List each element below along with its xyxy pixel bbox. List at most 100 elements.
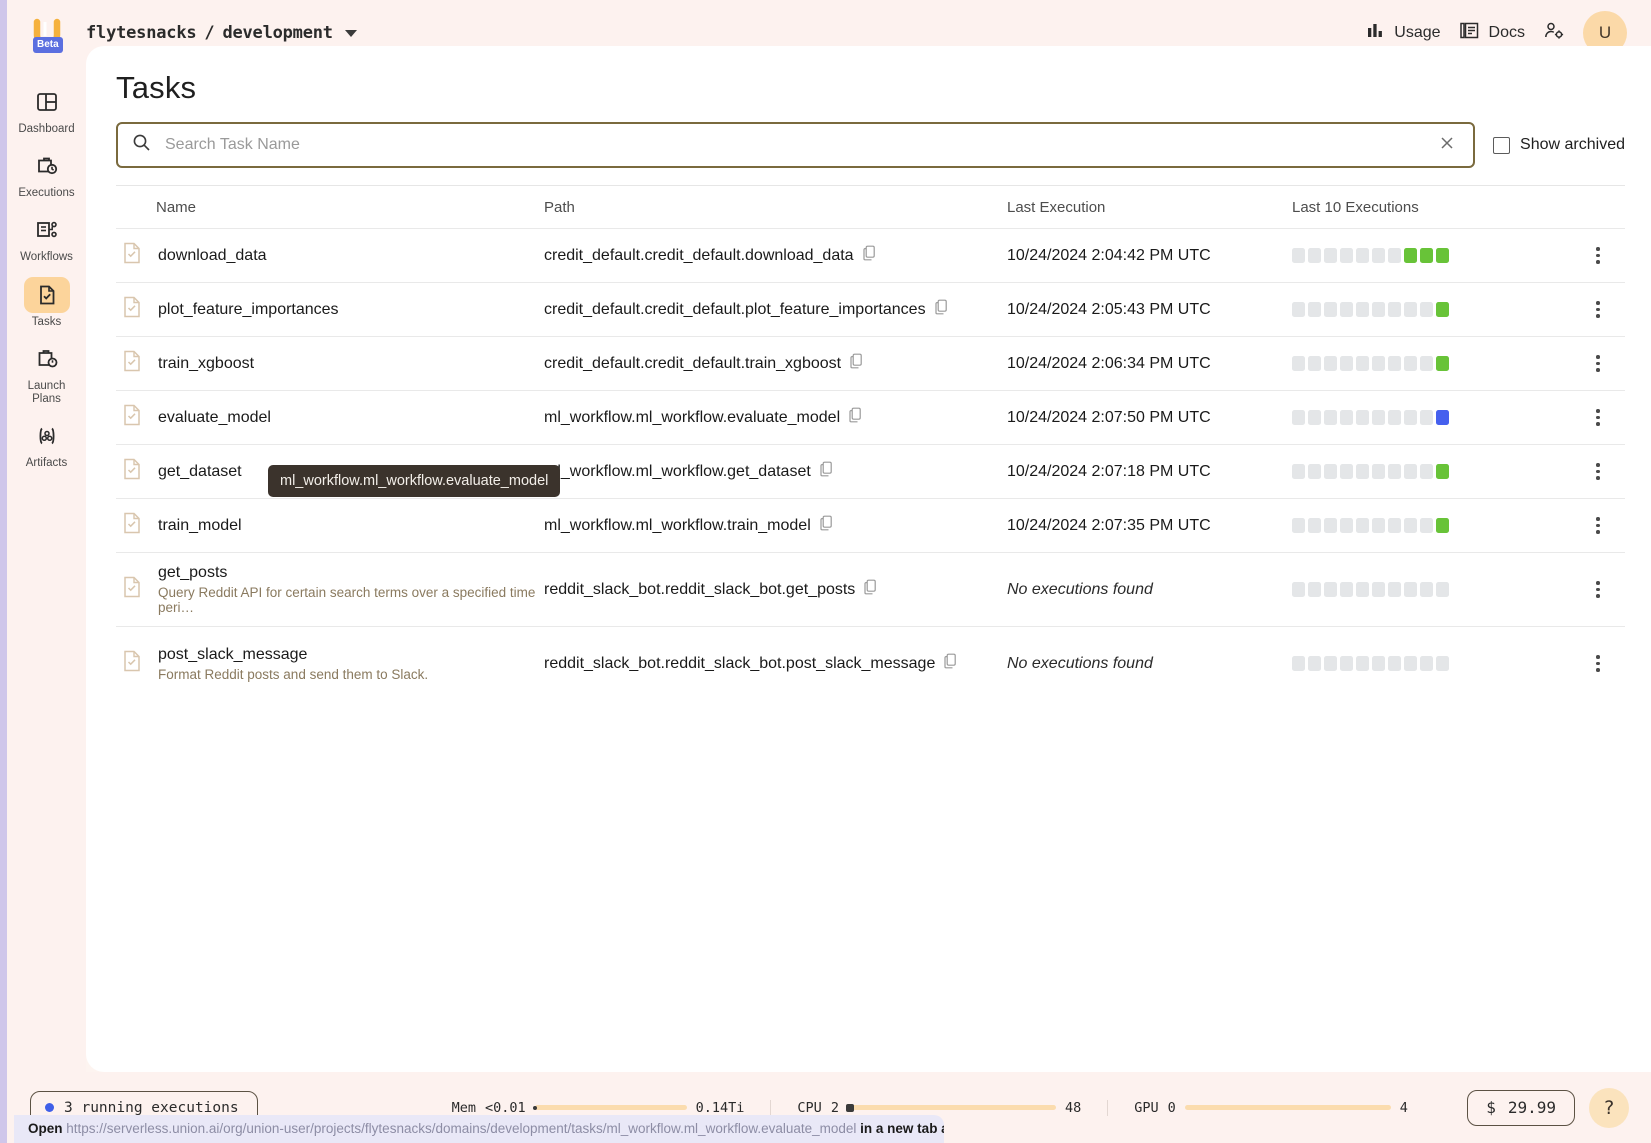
table-row[interactable]: plot_feature_importances credit_default.c… (116, 282, 1625, 336)
copy-icon[interactable] (820, 461, 834, 482)
execution-status-square[interactable] (1420, 464, 1433, 479)
execution-status-square[interactable] (1436, 302, 1449, 317)
execution-status-square[interactable] (1292, 656, 1305, 671)
execution-status-square[interactable] (1372, 464, 1385, 479)
row-menu-button[interactable] (1571, 463, 1625, 480)
execution-status-square[interactable] (1388, 464, 1401, 479)
execution-status-square[interactable] (1292, 518, 1305, 533)
sidebar-item-tasks[interactable]: Tasks (14, 271, 80, 333)
execution-status-square[interactable] (1356, 248, 1369, 263)
execution-status-square[interactable] (1404, 248, 1417, 263)
execution-status-square[interactable] (1292, 356, 1305, 371)
task-name-cell[interactable]: train_model (116, 511, 544, 540)
execution-status-square[interactable] (1340, 582, 1353, 597)
execution-status-square[interactable] (1420, 582, 1433, 597)
table-row[interactable]: evaluate_modelml_workflow.ml_workflow.ev… (116, 390, 1625, 444)
execution-status-square[interactable] (1404, 582, 1417, 597)
execution-status-square[interactable] (1356, 656, 1369, 671)
task-name-cell[interactable]: download_data (116, 241, 544, 270)
table-row[interactable]: train_xgboostcredit_default.credit_defau… (116, 336, 1625, 390)
execution-status-square[interactable] (1436, 464, 1449, 479)
copy-icon[interactable] (944, 653, 958, 674)
execution-status-square[interactable] (1356, 518, 1369, 533)
table-row[interactable]: train_model ml_workflow.ml_workflow.train… (116, 498, 1625, 552)
execution-status-square[interactable] (1420, 302, 1433, 317)
table-row[interactable]: post_slack_messageFormat Reddit posts an… (116, 626, 1625, 700)
column-header-last-execution[interactable]: Last Execution (1007, 199, 1292, 216)
task-name[interactable]: get_dataset (158, 463, 242, 481)
task-name-cell[interactable]: post_slack_messageFormat Reddit posts an… (116, 646, 544, 682)
sidebar-item-workflows[interactable]: Workflows (14, 206, 80, 268)
task-path[interactable]: ml_workflow.ml_workflow.train_model (544, 517, 811, 535)
column-header-name[interactable]: Name (116, 199, 544, 216)
task-path[interactable]: credit_default.credit_default.download_d… (544, 247, 854, 265)
row-menu-button[interactable] (1571, 655, 1625, 672)
execution-status-square[interactable] (1388, 356, 1401, 371)
execution-status-square[interactable] (1308, 248, 1321, 263)
execution-status-square[interactable] (1372, 656, 1385, 671)
execution-status-square[interactable] (1340, 464, 1353, 479)
cost-button[interactable]: $ 29.99 (1467, 1090, 1575, 1126)
execution-status-square[interactable] (1292, 464, 1305, 479)
copy-icon[interactable] (935, 299, 949, 320)
copy-icon[interactable] (863, 245, 877, 266)
execution-status-square[interactable] (1292, 582, 1305, 597)
table-row[interactable]: download_data credit_default.credit_defau… (116, 228, 1625, 282)
execution-status-square[interactable] (1324, 302, 1337, 317)
task-path[interactable]: credit_default.credit_default.plot_featu… (544, 301, 926, 319)
execution-status-square[interactable] (1324, 582, 1337, 597)
task-name-cell[interactable]: plot_feature_importances (116, 295, 544, 324)
row-menu-button[interactable] (1571, 581, 1625, 598)
task-name[interactable]: train_model (158, 517, 242, 535)
task-path-cell[interactable]: credit_default.credit_default.download_d… (544, 245, 1007, 266)
show-archived-checkbox[interactable] (1493, 137, 1510, 154)
column-header-last-10[interactable]: Last 10 Executions (1292, 199, 1571, 216)
task-name[interactable]: download_data (158, 247, 267, 265)
execution-status-square[interactable] (1372, 302, 1385, 317)
execution-status-square[interactable] (1388, 302, 1401, 317)
execution-status-square[interactable] (1308, 356, 1321, 371)
breadcrumb-domain[interactable]: development (222, 23, 332, 43)
execution-status-square[interactable] (1292, 410, 1305, 425)
execution-status-square[interactable] (1372, 410, 1385, 425)
docs-button[interactable]: Docs (1459, 20, 1525, 46)
execution-status-square[interactable] (1436, 248, 1449, 263)
search-box[interactable] (116, 122, 1475, 168)
copy-icon[interactable] (864, 579, 878, 600)
task-path[interactable]: reddit_slack_bot.reddit_slack_bot.get_po… (544, 581, 855, 599)
execution-status-square[interactable] (1324, 356, 1337, 371)
search-input[interactable] (163, 135, 1423, 155)
usage-button[interactable]: Usage (1366, 21, 1440, 45)
task-path[interactable]: reddit_slack_bot.reddit_slack_bot.post_s… (544, 655, 935, 673)
execution-status-square[interactable] (1436, 656, 1449, 671)
chevron-down-icon[interactable] (345, 30, 357, 37)
execution-status-square[interactable] (1388, 518, 1401, 533)
execution-status-square[interactable] (1324, 248, 1337, 263)
execution-status-square[interactable] (1436, 582, 1449, 597)
execution-status-square[interactable] (1372, 248, 1385, 263)
sidebar-item-dashboard[interactable]: Dashboard (14, 78, 80, 140)
task-path-cell[interactable]: ml_workflow.ml_workflow.get_dataset (544, 461, 1007, 482)
execution-status-square[interactable] (1420, 656, 1433, 671)
execution-status-square[interactable] (1404, 410, 1417, 425)
copy-icon[interactable] (849, 407, 863, 428)
task-name[interactable]: get_posts (158, 564, 544, 582)
execution-status-square[interactable] (1356, 410, 1369, 425)
execution-status-square[interactable] (1308, 464, 1321, 479)
sidebar-item-executions[interactable]: Executions (14, 142, 80, 204)
execution-status-square[interactable] (1340, 518, 1353, 533)
execution-status-square[interactable] (1388, 248, 1401, 263)
row-menu-button[interactable] (1571, 355, 1625, 372)
row-menu-button[interactable] (1571, 409, 1625, 426)
task-name-cell[interactable]: train_xgboost (116, 349, 544, 378)
execution-status-square[interactable] (1388, 410, 1401, 425)
execution-status-square[interactable] (1420, 248, 1433, 263)
task-name[interactable]: plot_feature_importances (158, 301, 339, 319)
task-name-cell[interactable]: get_postsQuery Reddit API for certain se… (116, 564, 544, 615)
sidebar-item-artifacts[interactable]: Artifacts (14, 412, 80, 474)
user-settings-button[interactable] (1543, 20, 1565, 47)
execution-status-square[interactable] (1404, 464, 1417, 479)
execution-status-square[interactable] (1420, 518, 1433, 533)
execution-status-square[interactable] (1404, 518, 1417, 533)
execution-status-square[interactable] (1340, 410, 1353, 425)
